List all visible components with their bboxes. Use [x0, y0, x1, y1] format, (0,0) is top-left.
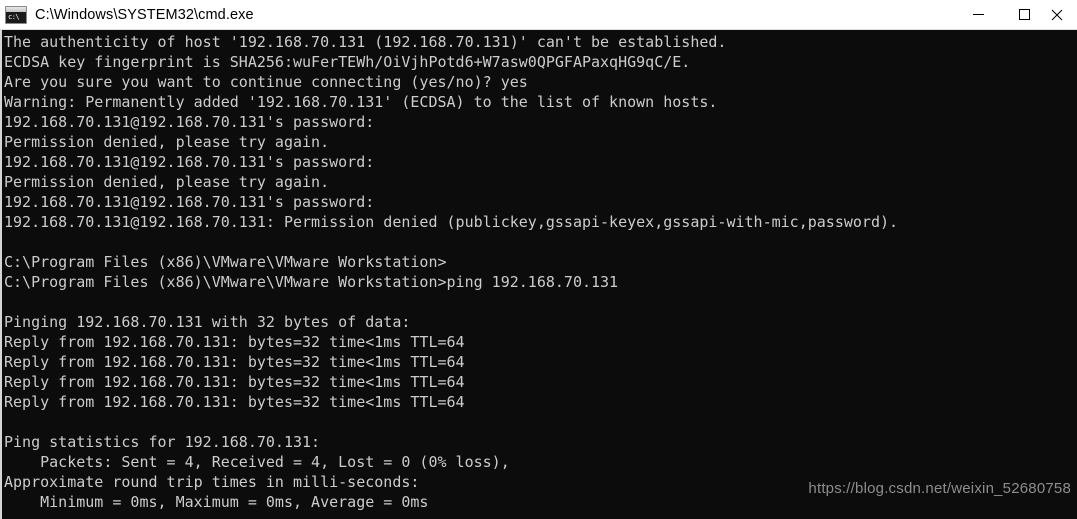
maximize-button[interactable] — [1001, 0, 1047, 30]
maximize-icon — [1018, 9, 1030, 20]
window-controls — [955, 0, 1077, 30]
icon-prompt-glyph: c:\ — [8, 12, 20, 21]
close-icon — [1051, 9, 1063, 20]
minimize-icon — [972, 14, 984, 15]
minimize-button[interactable] — [955, 0, 1001, 30]
title-bar[interactable]: c:\ C:\Windows\SYSTEM32\cmd.exe — [0, 0, 1077, 30]
cmd-console-icon: c:\ — [5, 5, 27, 24]
console-output-area[interactable]: The authenticity of host '192.168.70.131… — [0, 30, 1077, 519]
cmd-window: c:\ C:\Windows\SYSTEM32\cmd.exe The auth… — [0, 0, 1077, 519]
title-bar-left: c:\ C:\Windows\SYSTEM32\cmd.exe — [0, 5, 955, 24]
icon-titlestrip — [6, 6, 26, 12]
window-title: C:\Windows\SYSTEM32\cmd.exe — [35, 6, 254, 23]
csdn-watermark: https://blog.csdn.net/weixin_52680758 — [808, 480, 1071, 497]
close-button[interactable] — [1047, 0, 1077, 30]
console-text: The authenticity of host '192.168.70.131… — [4, 33, 899, 511]
